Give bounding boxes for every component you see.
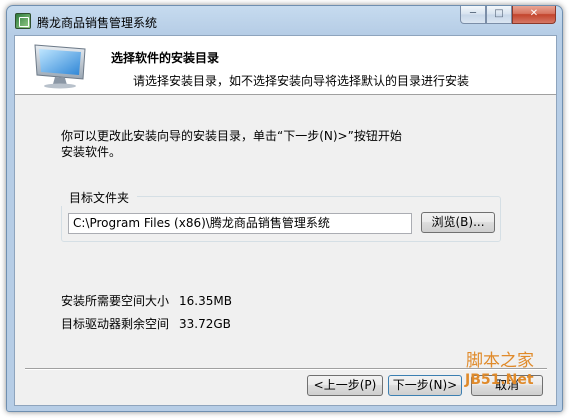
browse-button[interactable]: 浏览(B)... (421, 212, 495, 233)
remaining-space-value: 33.72GB (179, 317, 231, 331)
wizard-header: 选择软件的安装目录 请选择安装目录，如不选择安装向导将选择默认的目录进行安装 (15, 36, 556, 95)
required-space-value: 16.35MB (179, 294, 232, 308)
footer-separator (25, 368, 547, 370)
title-bar[interactable]: 腾龙商品销售管理系统 ─ □ ✕ (7, 6, 562, 36)
cancel-button[interactable]: 取消 (471, 375, 543, 396)
required-space-label: 安装所需要空间大小 (61, 294, 170, 308)
target-folder-label: 目标文件夹 (61, 189, 138, 206)
next-button[interactable]: 下一步(N)> (388, 375, 462, 396)
minimize-button[interactable]: ─ (460, 6, 486, 24)
required-space-row: 安装所需要空间大小 16.35MB (61, 292, 232, 309)
installer-window: 腾龙商品销售管理系统 ─ □ ✕ 选择软件的安装目录 请选择安装目录，如不选择安… (6, 5, 563, 412)
remaining-space-label: 目标驱动器剩余空间 (61, 317, 170, 331)
page-title: 选择软件的安装目录 (111, 51, 220, 65)
page-subtitle: 请选择安装目录，如不选择安装向导将选择默认的目录进行安装 (133, 74, 470, 88)
intro-text: 你可以更改此安装向导的安装目录，单击“下一步(N)>”按钮开始安装软件。 (61, 129, 402, 159)
maximize-button[interactable]: □ (486, 6, 512, 24)
wizard-body: 选择软件的安装目录 请选择安装目录，如不选择安装向导将选择默认的目录进行安装 你… (14, 35, 557, 406)
window-title: 腾龙商品销售管理系统 (37, 16, 158, 30)
app-icon (15, 13, 31, 29)
caption-buttons: ─ □ ✕ (460, 6, 556, 26)
back-button[interactable]: <上一步(P) (307, 375, 383, 396)
install-path-field[interactable]: C:\Program Files (x86)\腾龙商品销售管理系统 (68, 213, 412, 234)
close-button[interactable]: ✕ (512, 6, 556, 24)
computer-monitor-icon (34, 44, 86, 89)
remaining-space-row: 目标驱动器剩余空间 33.72GB (61, 315, 231, 332)
